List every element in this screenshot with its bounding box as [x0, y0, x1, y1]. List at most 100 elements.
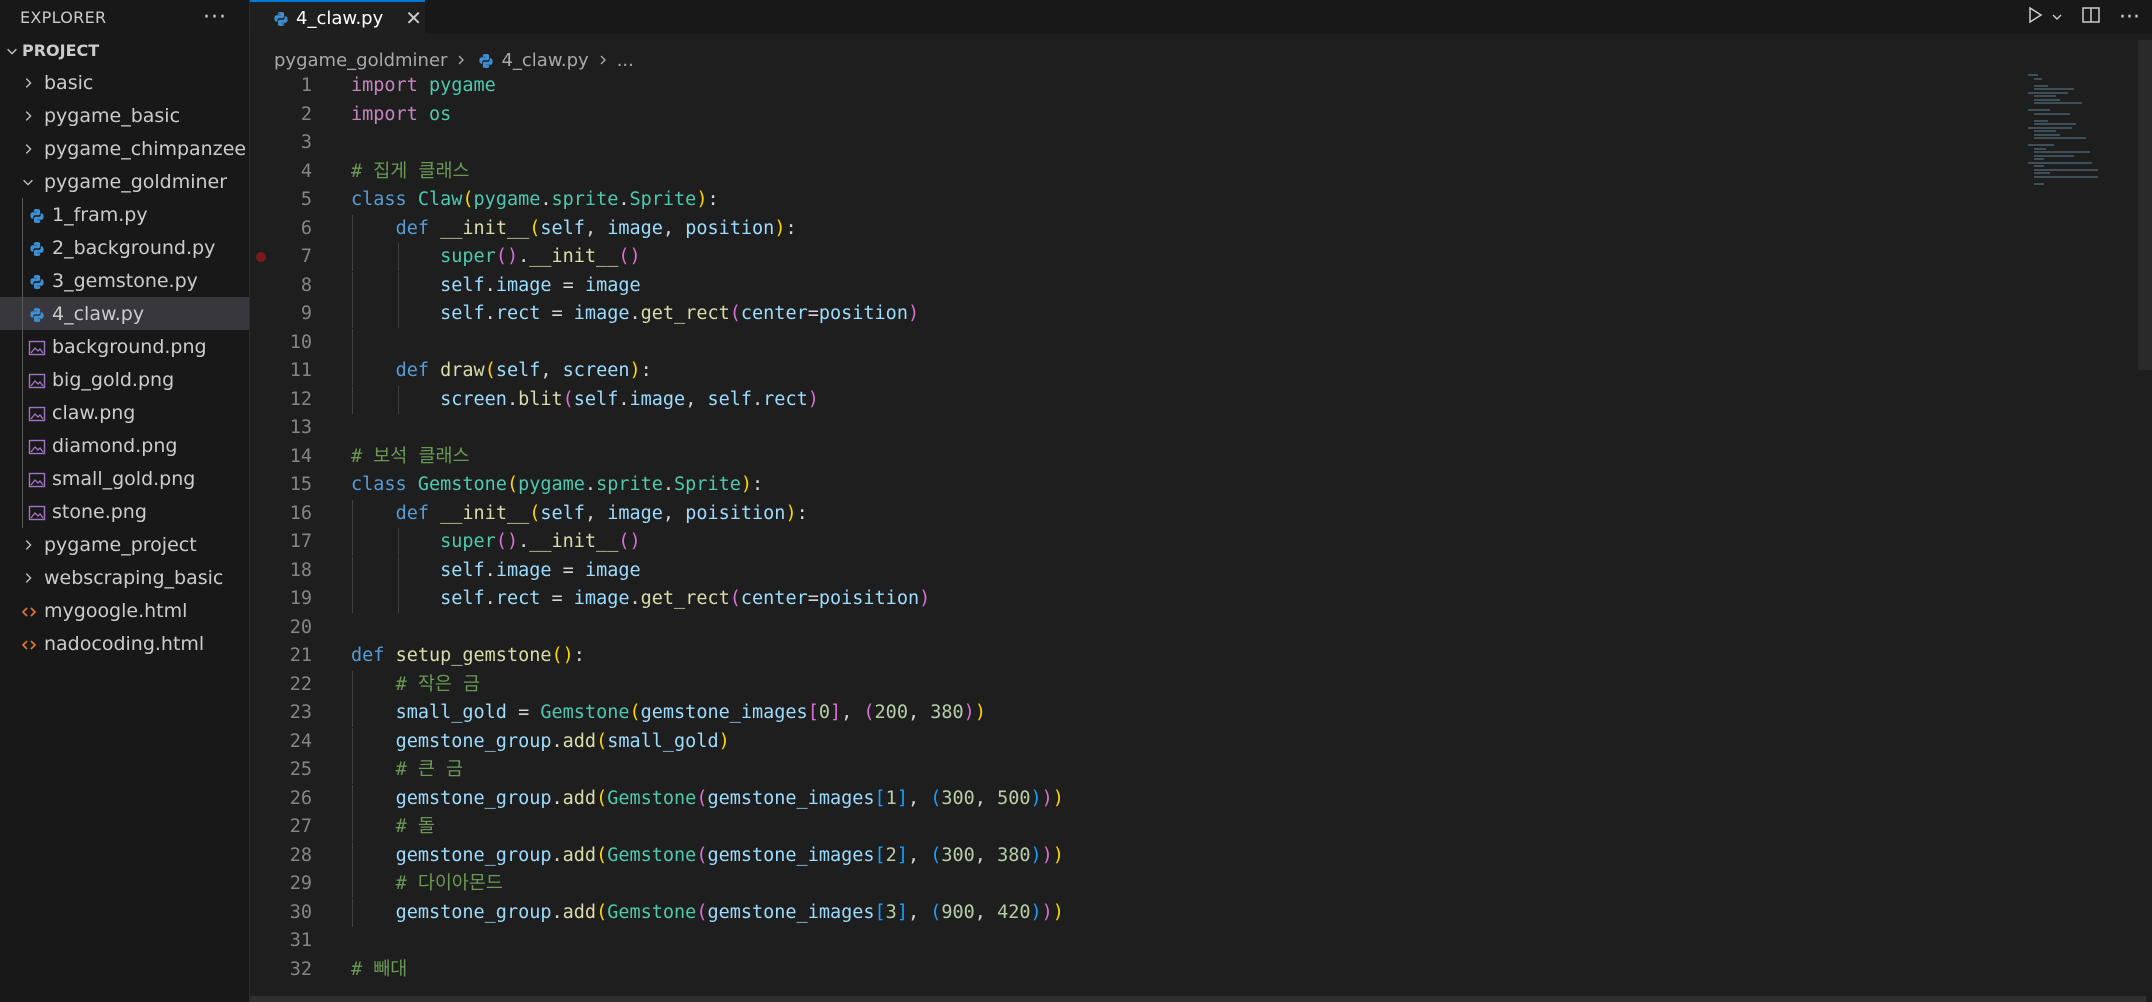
code-token: 0	[818, 702, 830, 723]
code-token: pygame	[473, 189, 541, 210]
explorer-sidebar: EXPLORER ··· PROJECT basic pygame_basic py…	[0, 0, 250, 1002]
tree-item-nadocoding-html[interactable]: nadocoding.html	[0, 627, 249, 660]
html-file-icon	[18, 601, 40, 621]
code-text: # 큰 금	[351, 756, 463, 784]
code-token: .	[518, 246, 530, 267]
code-line[interactable]: 29 # 다이아몬드	[250, 870, 2152, 898]
code-line[interactable]: 21 def setup_gemstone():	[250, 642, 2152, 670]
tree-item-diamond-png[interactable]: diamond.png	[0, 429, 249, 462]
code-line[interactable]: 16 def __init__(self, image, poisition):	[250, 499, 2152, 528]
code-token: self	[540, 217, 585, 239]
minimap-line	[2028, 144, 2054, 146]
code-line[interactable]: 3	[250, 129, 2152, 157]
code-token: setup_gemstone	[395, 645, 552, 666]
tree-item-pygame-project[interactable]: pygame_project	[0, 528, 249, 561]
code-line[interactable]: 5 class Claw(pygame.sprite.Sprite):	[250, 186, 2152, 214]
split-editor-icon[interactable]	[2081, 5, 2101, 30]
minimap-line	[2034, 147, 2046, 150]
code-token: (	[462, 189, 474, 210]
code-line[interactable]: 13	[250, 414, 2152, 442]
code-line[interactable]: 17 super().__init__()	[250, 528, 2152, 556]
more-actions-icon[interactable]: ···	[2119, 5, 2140, 30]
code-line[interactable]: 26 gemstone_group.add(Gemstone(gemstone_…	[250, 784, 2152, 813]
code-line[interactable]: 31	[250, 927, 2152, 955]
tree-item-3-gemstone-py[interactable]: 3_gemstone.py	[0, 264, 249, 297]
tree-item-pygame-goldminer[interactable]: pygame_goldminer	[0, 165, 249, 198]
code-line[interactable]: 9 self.rect = image.get_rect(center=posi…	[250, 300, 2152, 328]
tab-4-claw-py[interactable]: 4_claw.py ✕	[250, 0, 425, 34]
code-line[interactable]: 32 # 빼대	[250, 956, 2152, 984]
indent-guide	[22, 363, 23, 396]
tree-item-basic[interactable]: basic	[0, 66, 249, 99]
image-file-icon	[26, 436, 48, 456]
code-line[interactable]: 27 # 돌	[250, 813, 2152, 841]
minimap[interactable]	[2028, 74, 2138, 234]
code-line[interactable]: 2 import os	[250, 101, 2152, 129]
tree-item-1-fram-py[interactable]: 1_fram.py	[0, 198, 249, 231]
code-token: )	[629, 360, 641, 381]
code-text: self.image = image	[351, 557, 641, 585]
code-editor[interactable]: 1 import pygame 2 import os 3 4 # 집게 클래스 5 class…	[250, 72, 2152, 1002]
code-token: os	[428, 103, 452, 125]
tree-item-stone-png[interactable]: stone.png	[0, 495, 249, 528]
code-line[interactable]: 14 # 보석 클래스	[250, 443, 2152, 471]
code-token: )	[1052, 844, 1064, 866]
tree-item-pygame-basic[interactable]: pygame_basic	[0, 99, 249, 132]
code-line[interactable]: 1 import pygame	[250, 72, 2152, 100]
run-icon[interactable]	[2025, 5, 2045, 30]
horizontal-scrollbar[interactable]	[250, 996, 2146, 1002]
code-line[interactable]: 20	[250, 614, 2152, 642]
chevron-down-icon[interactable]	[2051, 7, 2063, 28]
tree-item-pygame-chimpanzee[interactable]: pygame_chimpanzee	[0, 132, 249, 165]
code-line[interactable]: 24 gemstone_group.add(small_gold)	[250, 727, 2152, 756]
vertical-scrollbar[interactable]	[2138, 40, 2152, 370]
code-line[interactable]: 25 # 큰 금	[250, 756, 2152, 784]
code-line[interactable]: 22 # 작은 금	[250, 670, 2152, 699]
tree-item-mygoogle-html[interactable]: mygoogle.html	[0, 594, 249, 627]
close-tab-icon[interactable]: ✕	[405, 6, 422, 30]
code-token: gemstone_images	[707, 787, 875, 809]
code-token: def	[351, 645, 385, 666]
code-token: .	[484, 274, 496, 296]
code-token: Gemstone	[540, 702, 630, 723]
code-token: image	[495, 274, 552, 296]
code-token: ,	[540, 360, 563, 381]
tree-item-webscraping-basic[interactable]: webscraping_basic	[0, 561, 249, 594]
tree-item-4-claw-py[interactable]: 4_claw.py	[0, 297, 249, 330]
code-line[interactable]: 10	[250, 328, 2152, 357]
code-line[interactable]: 4 # 집게 클래스	[250, 158, 2152, 186]
tree-item-background-png[interactable]: background.png	[0, 330, 249, 363]
tree-item-2-background-py[interactable]: 2_background.py	[0, 231, 249, 264]
code-line[interactable]: 15 class Gemstone(pygame.sprite.Sprite):	[250, 471, 2152, 499]
tree-item-small-gold-png[interactable]: small_gold.png	[0, 462, 249, 495]
breadcrumb-more[interactable]: ...	[617, 50, 634, 71]
project-section-header[interactable]: PROJECT	[0, 34, 249, 66]
code-line[interactable]: 23 small_gold = Gemstone(gemstone_images…	[250, 699, 2152, 727]
code-line[interactable]: 11 def draw(self, screen):	[250, 357, 2152, 385]
breadcrumb-folder[interactable]: pygame_goldminer	[274, 50, 447, 71]
code-token: .	[540, 189, 552, 210]
code-line[interactable]: 18 self.image = image	[250, 556, 2152, 585]
line-number: 14	[289, 445, 312, 467]
line-number: 16	[289, 502, 312, 524]
code-token: position	[818, 303, 908, 324]
breadcrumb-file[interactable]: 4_claw.py	[501, 50, 588, 71]
minimap-line	[2028, 161, 2092, 164]
indent-guide	[22, 495, 23, 528]
tree-item-big-gold-png[interactable]: big_gold.png	[0, 363, 249, 396]
code-line[interactable]: 8 self.image = image	[250, 271, 2152, 300]
code-line[interactable]: 12 screen.blit(self.image, self.rect)	[250, 385, 2152, 414]
tree-item-claw-png[interactable]: claw.png	[0, 396, 249, 429]
code-line[interactable]: 28 gemstone_group.add(Gemstone(gemstone_…	[250, 841, 2152, 870]
chevron-down-icon	[4, 41, 20, 60]
more-actions-icon[interactable]: ···	[203, 5, 227, 30]
code-line[interactable]: 6 def __init__(self, image, position):	[250, 214, 2152, 243]
code-line[interactable]: 7 super().__init__()	[250, 243, 2152, 271]
code-text: class Claw(pygame.sprite.Sprite):	[351, 186, 719, 214]
code-line[interactable]: 30 gemstone_group.add(Gemstone(gemstone_…	[250, 898, 2152, 927]
code-token: =	[506, 702, 541, 723]
code-token: # 보석 클래스	[351, 445, 470, 467]
code-line[interactable]: 19 self.rect = image.get_rect(center=poi…	[250, 585, 2152, 613]
